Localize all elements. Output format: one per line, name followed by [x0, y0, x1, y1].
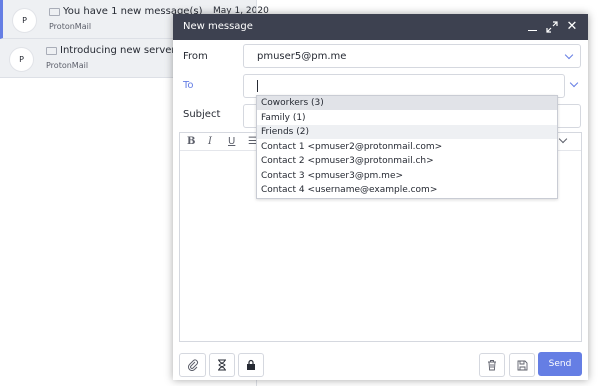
avatar: P — [9, 47, 34, 72]
composer-title: New message — [183, 21, 253, 32]
autocomplete-group-item[interactable]: Family (1) — [257, 111, 557, 125]
encrypt-button[interactable] — [238, 353, 264, 377]
autocomplete-group-item[interactable]: Coworkers (3) — [257, 96, 557, 110]
autocomplete-group-item[interactable]: Friends (2) — [257, 125, 557, 139]
from-label: From — [183, 51, 208, 62]
delete-draft-button[interactable] — [479, 353, 505, 377]
trash-icon — [488, 360, 496, 371]
autocomplete-contact-item[interactable]: Contact 1 <pmuser2@protonmail.com> — [257, 140, 557, 154]
paperclip-icon — [187, 359, 198, 371]
save-icon — [517, 360, 527, 370]
expiration-button[interactable] — [209, 353, 235, 377]
chevron-down-icon[interactable] — [558, 134, 568, 144]
to-label: To — [183, 80, 194, 91]
hourglass-icon — [218, 359, 226, 371]
text-caret — [257, 80, 258, 92]
subject-label: Subject — [183, 109, 221, 120]
chevron-down-icon — [564, 50, 574, 60]
autocomplete-contact-item[interactable]: Contact 3 <pmuser3@pm.me> — [257, 169, 557, 183]
send-button[interactable]: Send — [538, 352, 582, 376]
message-sender: ProtonMail — [49, 22, 92, 31]
minimize-icon[interactable] — [525, 19, 541, 35]
from-select[interactable]: pmuser5@pm.me — [243, 44, 581, 68]
expand-icon[interactable] — [544, 19, 560, 35]
avatar: P — [12, 8, 37, 33]
from-value: pmuser5@pm.me — [257, 51, 347, 62]
lock-icon — [247, 359, 255, 370]
autocomplete-contact-item[interactable]: Contact 2 <pmuser3@protonmail.ch> — [257, 154, 557, 168]
italic-button[interactable]: I — [208, 136, 212, 147]
folder-icon — [49, 8, 60, 16]
chevron-down-icon[interactable] — [569, 78, 579, 88]
bold-button[interactable]: B — [187, 136, 195, 147]
autocomplete-contact-item[interactable]: Contact 4 <username@example.com> — [257, 183, 557, 197]
composer-header: New message ✕ — [173, 14, 588, 40]
save-draft-button[interactable] — [509, 353, 535, 377]
attach-button[interactable] — [179, 353, 206, 377]
close-icon[interactable]: ✕ — [564, 19, 580, 35]
recipient-autocomplete: Coworkers (3) Family (1) Friends (2) Con… — [256, 95, 558, 199]
message-sender: ProtonMail — [46, 61, 89, 70]
folder-icon — [46, 47, 57, 55]
underline-button[interactable]: U — [228, 136, 235, 147]
